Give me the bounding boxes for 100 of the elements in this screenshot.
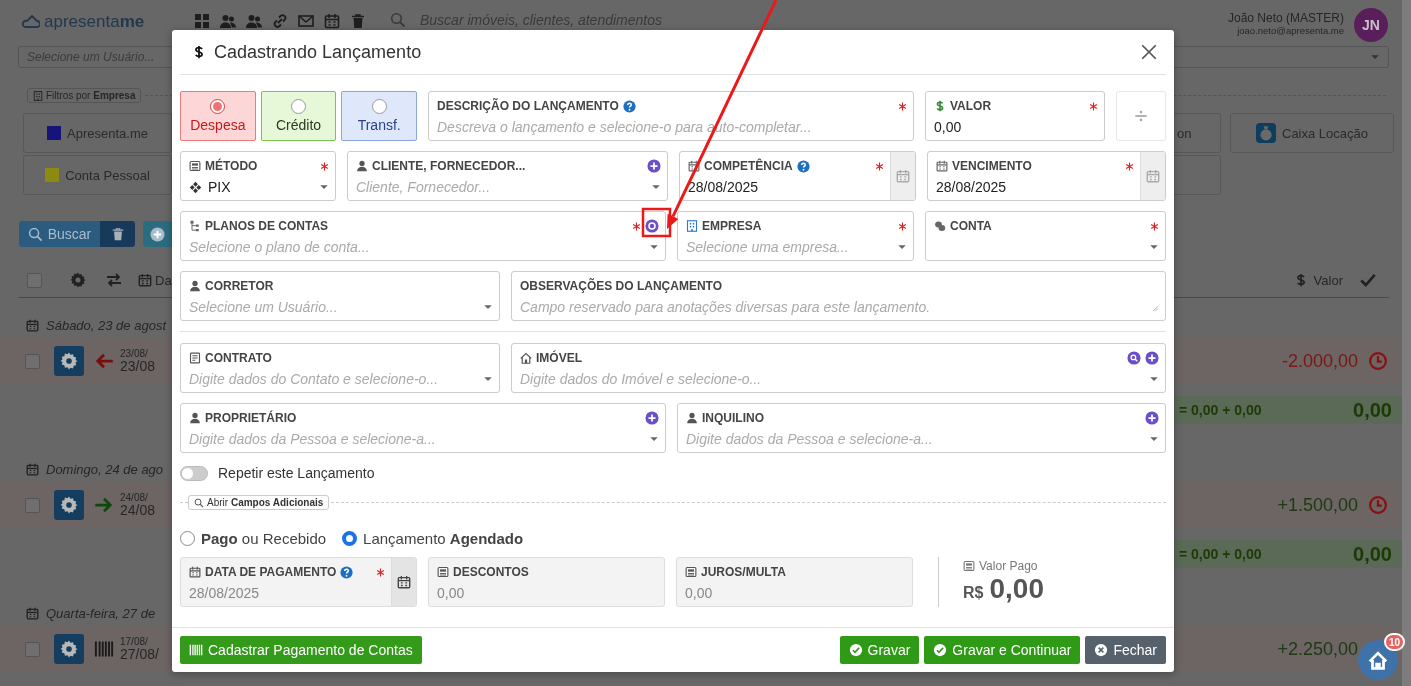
radio-button[interactable] [180, 530, 195, 546]
text-area[interactable]: OBSERVAÇÕES DO LANÇAMENTO Campo reservado para anotações diversas para este lançamento. [511, 271, 1166, 321]
checkbox[interactable] [27, 272, 42, 288]
add-icon[interactable] [645, 411, 659, 425]
checkbox[interactable] [25, 497, 40, 513]
toggle-switch[interactable] [180, 465, 208, 481]
register-icon [189, 160, 201, 172]
search-icon[interactable] [1127, 351, 1141, 365]
grid-icon[interactable] [194, 13, 210, 29]
bill-payment-button[interactable]: Cadastrar Pagamento de Contas [180, 636, 422, 664]
users-icon[interactable] [246, 13, 262, 29]
add-icon[interactable] [647, 159, 661, 173]
toggle-label: Repetir este Lançamento [218, 465, 375, 481]
document-icon [189, 352, 201, 364]
select-field[interactable]: CONTA [925, 211, 1166, 261]
users-icon[interactable] [220, 13, 236, 29]
select-field[interactable]: PROPRIETÁRIO Digite dados da Pessoa e selecione-a... [180, 403, 666, 453]
entry-date: 23/08 [120, 358, 156, 375]
user-icon [189, 412, 201, 424]
check-icon [1359, 271, 1377, 289]
highlight-box [641, 207, 672, 238]
placeholder-text: Campo reservado para anotações diversas para este lançamento. [520, 299, 932, 315]
search-button[interactable]: Buscar [19, 221, 100, 247]
arrow-right-icon [94, 495, 114, 515]
gear-icon [60, 496, 78, 514]
building-icon [686, 220, 698, 232]
logo-icon [22, 14, 40, 30]
close-icon [1140, 43, 1158, 61]
delete-button[interactable] [100, 221, 135, 247]
filter-label-text: Filtros por Empresa [46, 90, 136, 101]
checkbox[interactable] [25, 641, 40, 657]
placeholder-text: Digite dados da Pessoa e selecione-a... [686, 431, 934, 447]
save-button[interactable]: Gravar [839, 636, 920, 664]
total-amount: 0,00 [989, 573, 1044, 605]
type-option[interactable]: Transf. [341, 91, 417, 141]
gear-icon [60, 352, 78, 370]
calendar-icon[interactable] [324, 13, 340, 29]
help-icon [340, 565, 354, 579]
user-icon [189, 280, 201, 292]
settings-button[interactable] [54, 346, 84, 376]
date-heading: Sábado, 23 de agost [46, 317, 166, 333]
settings-icon[interactable] [645, 219, 659, 233]
field-label: PLANOS DE CONTAS [205, 219, 329, 233]
select-field[interactable]: EMPRESA Selecione uma empresa... [677, 211, 914, 261]
house-icon [520, 352, 532, 364]
placeholder-text: Cliente, Fornecedor... [356, 179, 492, 195]
field-label: INQUILINO [702, 411, 764, 425]
pix-icon [189, 180, 202, 194]
calendar-icon [26, 462, 39, 476]
close-button[interactable]: Fechar [1085, 636, 1166, 664]
company-name: Caixa Locação [1282, 125, 1368, 141]
placeholder-text: Digite dados da Pessoa e selecione-a... [189, 431, 437, 447]
field-label: EMPRESA [702, 219, 762, 233]
check-circle-icon [848, 643, 863, 657]
date-field[interactable]: VENCIMENTO 28/08/2025 [927, 151, 1166, 201]
placeholder-text: Selecione uma empresa... [686, 239, 850, 255]
user-name: João Neto (MASTER) [1227, 12, 1344, 26]
search-icon [194, 497, 204, 508]
field-value: 28/08/2025 [189, 585, 261, 601]
required-icon [1125, 161, 1134, 171]
hierarchy-icon [189, 220, 201, 232]
save-button[interactable]: Gravar e Continuar [924, 636, 1081, 664]
trash-icon[interactable] [350, 13, 366, 29]
select-field[interactable]: IMÓVEL Digite dados do Imóvel e selecione-o... [511, 343, 1166, 393]
dollar-icon [934, 100, 946, 112]
close-circle-icon [1094, 643, 1109, 657]
extra-fields-button[interactable]: Abrir Campos Adicionais [188, 495, 330, 510]
entry-date: 17/08/ [120, 635, 149, 647]
input-field[interactable]: VALOR 0,00 [925, 91, 1105, 141]
envelope-icon[interactable] [298, 13, 314, 29]
field-label: MÉTODO [205, 159, 258, 173]
field-label: OBSERVAÇÕES DO LANÇAMENTO [520, 279, 723, 293]
entry-amount: +1.500,00 [1277, 494, 1358, 516]
date-field[interactable]: COMPETÊNCIA 28/08/2025 [679, 151, 916, 201]
user-avatar[interactable]: JN [1354, 8, 1388, 42]
checkbox[interactable] [25, 353, 40, 369]
settings-button[interactable] [54, 490, 84, 520]
select-field[interactable]: CONTRATO Digite dados do Contato e selecione-o... [180, 343, 500, 393]
add-icon[interactable] [1145, 411, 1159, 425]
placeholder-text: Selecione um Usuário... [189, 299, 339, 315]
select-field[interactable]: CORRETOR Selecione um Usuário... [180, 271, 500, 321]
radio-button[interactable] [342, 530, 358, 546]
type-option[interactable]: Despesa [180, 91, 256, 141]
column-heading: Da [155, 272, 172, 288]
currency-symbol: R$ [963, 584, 984, 602]
add-icon[interactable] [1145, 351, 1159, 365]
link-icon[interactable] [272, 13, 288, 29]
field-label: DESCONTOS [453, 565, 529, 579]
add-button[interactable] [143, 221, 172, 247]
date-heading: Domingo, 24 de ago [46, 461, 164, 477]
select-field[interactable]: CLIENTE, FORNECEDOR... Cliente, Fornecedor... [347, 151, 668, 201]
coins-icon [934, 220, 946, 232]
select-field[interactable]: PLANOS DE CONTAS Selecione o plano de conta... [180, 211, 666, 261]
field-value: 0,00 [934, 119, 963, 135]
settings-button[interactable] [54, 634, 84, 664]
select-field[interactable]: MÉTODO PIX [180, 151, 336, 201]
required-icon [320, 161, 329, 171]
type-option[interactable]: Crédito [260, 91, 337, 141]
summary-total: 0,00 [1353, 542, 1392, 566]
select-field[interactable]: INQUILINO Digite dados da Pessoa e selecione-a... [677, 403, 1166, 453]
